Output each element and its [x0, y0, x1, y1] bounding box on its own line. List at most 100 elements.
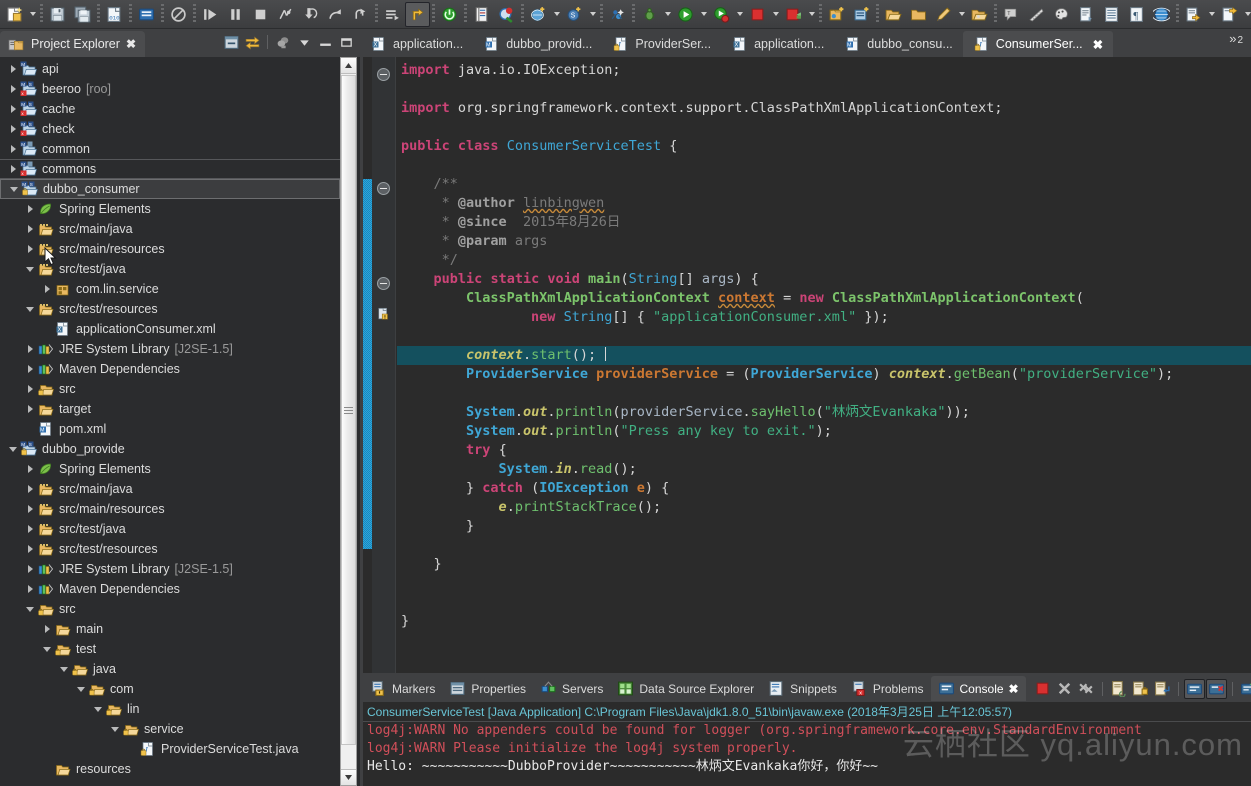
- tree-item-test[interactable]: test: [0, 639, 340, 659]
- expand-arrow-icon[interactable]: [6, 159, 20, 179]
- code-line-17[interactable]: ProviderService providerService = (Provi…: [397, 365, 1251, 384]
- run-ant-icon[interactable]: [605, 2, 630, 27]
- disconnect-icon[interactable]: [273, 2, 298, 27]
- expand-arrow-icon[interactable]: [6, 99, 20, 119]
- expand-arrow-icon[interactable]: [23, 519, 37, 539]
- code-line-2[interactable]: [397, 80, 1251, 99]
- tree-item-spring-elements[interactable]: Spring Elements: [0, 199, 340, 219]
- save-icon[interactable]: [45, 2, 70, 27]
- tree-item-src-test-java[interactable]: src/test/java: [0, 519, 340, 539]
- tree-item-beeroo[interactable]: M Sx beeroo [roo]: [0, 79, 340, 99]
- expand-arrow-icon[interactable]: [40, 619, 54, 639]
- code-line-13[interactable]: ClassPathXmlApplicationContext context =…: [397, 289, 1251, 308]
- new-java-class-icon[interactable]: 010: [102, 2, 127, 27]
- code-line-18[interactable]: [397, 384, 1251, 403]
- tree-item-src-main-java[interactable]: src/main/java: [0, 219, 340, 239]
- export-icon[interactable]: [1217, 2, 1242, 27]
- code-line-25[interactable]: }: [397, 517, 1251, 536]
- tree-item-common[interactable]: Mcommon: [0, 139, 340, 159]
- tree-item-dubbo-consumer[interactable]: M Sdubbo_consumer: [0, 179, 340, 199]
- chevron-down-icon[interactable]: [698, 2, 709, 27]
- tree-item-pom-xml[interactable]: Mpom.xml: [0, 419, 340, 439]
- code-line-12[interactable]: public static void main(String[] args) {: [397, 270, 1251, 289]
- chevron-down-icon[interactable]: [587, 2, 598, 27]
- fold-toggle-icon[interactable]: [377, 182, 390, 195]
- search-icon[interactable]: [494, 2, 519, 27]
- collapse-arrow-icon[interactable]: [40, 639, 54, 659]
- word-wrap-button[interactable]: [1152, 679, 1173, 699]
- collapse-arrow-icon[interactable]: [74, 679, 88, 699]
- code-line-21[interactable]: try {: [397, 441, 1251, 460]
- tree-item-maven-dependencies[interactable]: Maven Dependencies: [0, 579, 340, 599]
- editor-tab-4[interactable]: Mdubbo_consu...: [834, 31, 963, 57]
- expand-arrow-icon[interactable]: [23, 579, 37, 599]
- run-last-icon[interactable]: [709, 2, 734, 27]
- collapse-arrow-icon[interactable]: [91, 699, 105, 719]
- new-svn-icon[interactable]: S: [562, 2, 587, 27]
- suspend-icon[interactable]: [223, 2, 248, 27]
- expand-arrow-icon[interactable]: [6, 139, 20, 159]
- code-line-30[interactable]: }: [397, 612, 1251, 631]
- tree-item-maven-dependencies[interactable]: Maven Dependencies: [0, 359, 340, 379]
- tree-item-commons[interactable]: Mx commons: [0, 159, 340, 179]
- code-line-11[interactable]: */: [397, 251, 1251, 270]
- console-tab-properties[interactable]: Properties: [442, 676, 533, 701]
- code-line-29[interactable]: [397, 593, 1251, 612]
- expand-arrow-icon[interactable]: [23, 199, 37, 219]
- expand-arrow-icon[interactable]: [23, 559, 37, 579]
- close-icon[interactable]: ✖: [126, 37, 136, 51]
- code-line-23[interactable]: } catch (IOException e) {: [397, 479, 1251, 498]
- chevron-down-icon[interactable]: [1206, 2, 1217, 27]
- code-line-10[interactable]: * @param args: [397, 232, 1251, 251]
- expand-arrow-icon[interactable]: [23, 239, 37, 259]
- tree-item-src[interactable]: src: [0, 599, 340, 619]
- collapse-arrow-icon[interactable]: [108, 719, 122, 739]
- collapse-arrow-icon[interactable]: [57, 659, 71, 679]
- clear-console-button[interactable]: [1108, 679, 1129, 699]
- palette-icon[interactable]: [1049, 2, 1074, 27]
- open-type-icon[interactable]: [469, 2, 494, 27]
- code-line-7[interactable]: /**: [397, 175, 1251, 194]
- tree-item-providerservicetest-java[interactable]: J ProviderServiceTest.java: [0, 739, 340, 759]
- tree-item-src-main-resources[interactable]: src/main/resources: [0, 499, 340, 519]
- display-selected-console-button[interactable]: [1205, 678, 1227, 699]
- collapse-arrow-icon[interactable]: [23, 599, 37, 619]
- warning-marker-icon[interactable]: [377, 307, 391, 321]
- expand-arrow-icon[interactable]: [23, 339, 37, 359]
- remove-launch-button[interactable]: [1054, 679, 1075, 699]
- expand-arrow-icon[interactable]: [23, 499, 37, 519]
- tree-item-jre-system-library[interactable]: JRE System Library [J2SE-1.5]: [0, 339, 340, 359]
- editor-tab-3[interactable]: Xapplication...: [721, 31, 834, 57]
- new-wizard-icon[interactable]: [2, 2, 27, 27]
- ruler-icon[interactable]: [1024, 2, 1049, 27]
- expand-arrow-icon[interactable]: [23, 539, 37, 559]
- save-all-icon[interactable]: [70, 2, 95, 27]
- tree-item-java[interactable]: java: [0, 659, 340, 679]
- terminate-red-icon[interactable]: [745, 2, 770, 27]
- instruction-stepping-icon[interactable]: [380, 2, 405, 27]
- code-line-24[interactable]: e.printStackTrace();: [397, 498, 1251, 517]
- run-icon[interactable]: [673, 2, 698, 27]
- terminate-button[interactable]: [1032, 679, 1053, 699]
- chevron-down-icon[interactable]: [27, 2, 38, 27]
- collapse-arrow-icon[interactable]: [23, 259, 37, 279]
- code-line-8[interactable]: * @author linbingwen: [397, 194, 1251, 213]
- import-icon[interactable]: [1181, 2, 1206, 27]
- tree-item-src-main-java[interactable]: src/main/java: [0, 479, 340, 499]
- code-line-27[interactable]: }: [397, 555, 1251, 574]
- collapse-arrow-icon[interactable]: [6, 439, 20, 459]
- comment-icon[interactable]: T: [999, 2, 1024, 27]
- open-task-icon[interactable]: [134, 2, 159, 27]
- fold-toggle-icon[interactable]: [377, 277, 390, 290]
- new-web-icon[interactable]: [526, 2, 551, 27]
- chevron-down-icon[interactable]: [806, 2, 817, 27]
- expand-arrow-icon[interactable]: [6, 79, 20, 99]
- expand-arrow-icon[interactable]: [40, 279, 54, 299]
- tree-item-src-test-resources[interactable]: src/test/resources: [0, 299, 340, 319]
- code-line-6[interactable]: [397, 156, 1251, 175]
- open-console-button[interactable]: [1238, 679, 1251, 699]
- list-icon[interactable]: [1099, 2, 1124, 27]
- skip-breakpoints-icon[interactable]: [166, 2, 191, 27]
- expand-arrow-icon[interactable]: [23, 379, 37, 399]
- tree-item-api[interactable]: Mapi: [0, 59, 340, 79]
